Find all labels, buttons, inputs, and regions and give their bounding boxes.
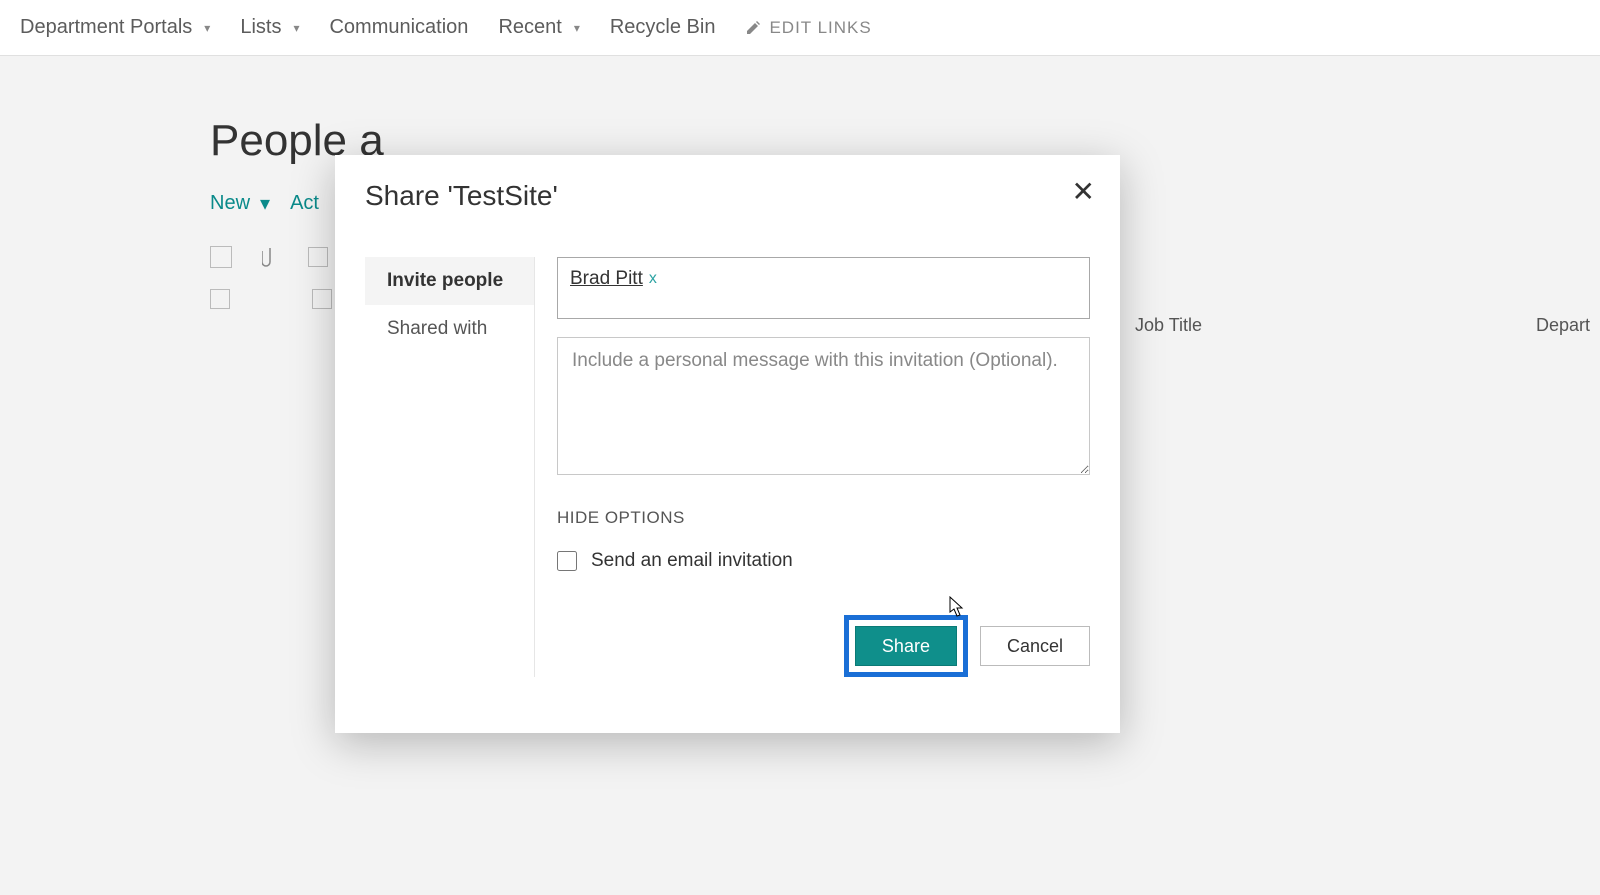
nav-department-portals[interactable]: Department Portals ▾ (20, 16, 210, 39)
cancel-button[interactable]: Cancel (980, 626, 1090, 666)
attachment-icon (262, 246, 278, 268)
select-all-checkbox[interactable] (308, 247, 328, 267)
tab-label: Invite people (387, 270, 503, 292)
nav-label: Lists (240, 16, 281, 39)
chevron-down-icon: ▾ (574, 21, 580, 35)
nav-label: Recent (498, 16, 561, 39)
nav-label: Recycle Bin (610, 16, 716, 39)
nav-recent[interactable]: Recent ▾ (498, 16, 579, 39)
dialog-button-row: Share Cancel (844, 615, 1090, 677)
close-button[interactable]: ✕ (1072, 175, 1095, 208)
share-button[interactable]: Share (855, 626, 957, 666)
dialog-tabs: Invite people Shared with (365, 257, 535, 677)
close-icon: ✕ (1072, 176, 1095, 207)
people-picker-input[interactable]: Brad Pitt x (557, 257, 1090, 319)
email-invitation-row: Send an email invitation (557, 550, 1090, 572)
chevron-down-icon: ▾ (293, 21, 299, 35)
top-navigation: Department Portals ▾ Lists ▾ Communicati… (0, 0, 1600, 56)
tab-shared-with[interactable]: Shared with (365, 305, 534, 353)
dialog-body: Invite people Shared with Brad Pitt x HI… (365, 257, 1090, 677)
chevron-down-icon: ▾ (204, 21, 210, 35)
nav-label: EDIT LINKS (769, 18, 871, 38)
dialog-title: Share 'TestSite' (365, 180, 1090, 212)
column-department[interactable]: Depart (1536, 315, 1590, 336)
nav-recycle-bin[interactable]: Recycle Bin (610, 16, 716, 39)
share-dialog: Share 'TestSite' ✕ Invite people Shared … (335, 155, 1120, 733)
new-button[interactable]: New ▾ (210, 191, 270, 216)
remove-chip-button[interactable]: x (649, 270, 657, 288)
column-job-title[interactable]: Job Title (1135, 315, 1202, 336)
pencil-icon (745, 20, 761, 36)
button-label: Cancel (1007, 636, 1063, 657)
document-icon (210, 246, 232, 268)
nav-label: Communication (329, 16, 468, 39)
nav-lists[interactable]: Lists ▾ (240, 16, 299, 39)
actions-button[interactable]: Act (290, 191, 319, 216)
button-label: New (210, 192, 250, 215)
row-select-checkbox[interactable] (312, 289, 332, 309)
nav-communication[interactable]: Communication (329, 16, 468, 39)
email-invitation-label: Send an email invitation (591, 550, 793, 572)
form-area: Brad Pitt x HIDE OPTIONS Send an email i… (535, 257, 1090, 677)
people-chip-name[interactable]: Brad Pitt (570, 268, 643, 290)
tab-label: Shared with (387, 318, 487, 340)
people-chip: Brad Pitt x (570, 268, 657, 290)
nav-label: Department Portals (20, 16, 192, 39)
hide-options-toggle[interactable]: HIDE OPTIONS (557, 508, 1090, 528)
button-label: Act (290, 192, 319, 215)
share-highlight-box: Share (844, 615, 968, 677)
email-invitation-checkbox[interactable] (557, 551, 577, 571)
chevron-down-icon: ▾ (260, 191, 270, 216)
nav-edit-links[interactable]: EDIT LINKS (745, 18, 871, 38)
row-checkbox[interactable] (210, 289, 230, 309)
tab-invite-people[interactable]: Invite people (365, 257, 534, 305)
button-label: Share (882, 636, 930, 657)
message-textarea[interactable] (557, 337, 1090, 475)
